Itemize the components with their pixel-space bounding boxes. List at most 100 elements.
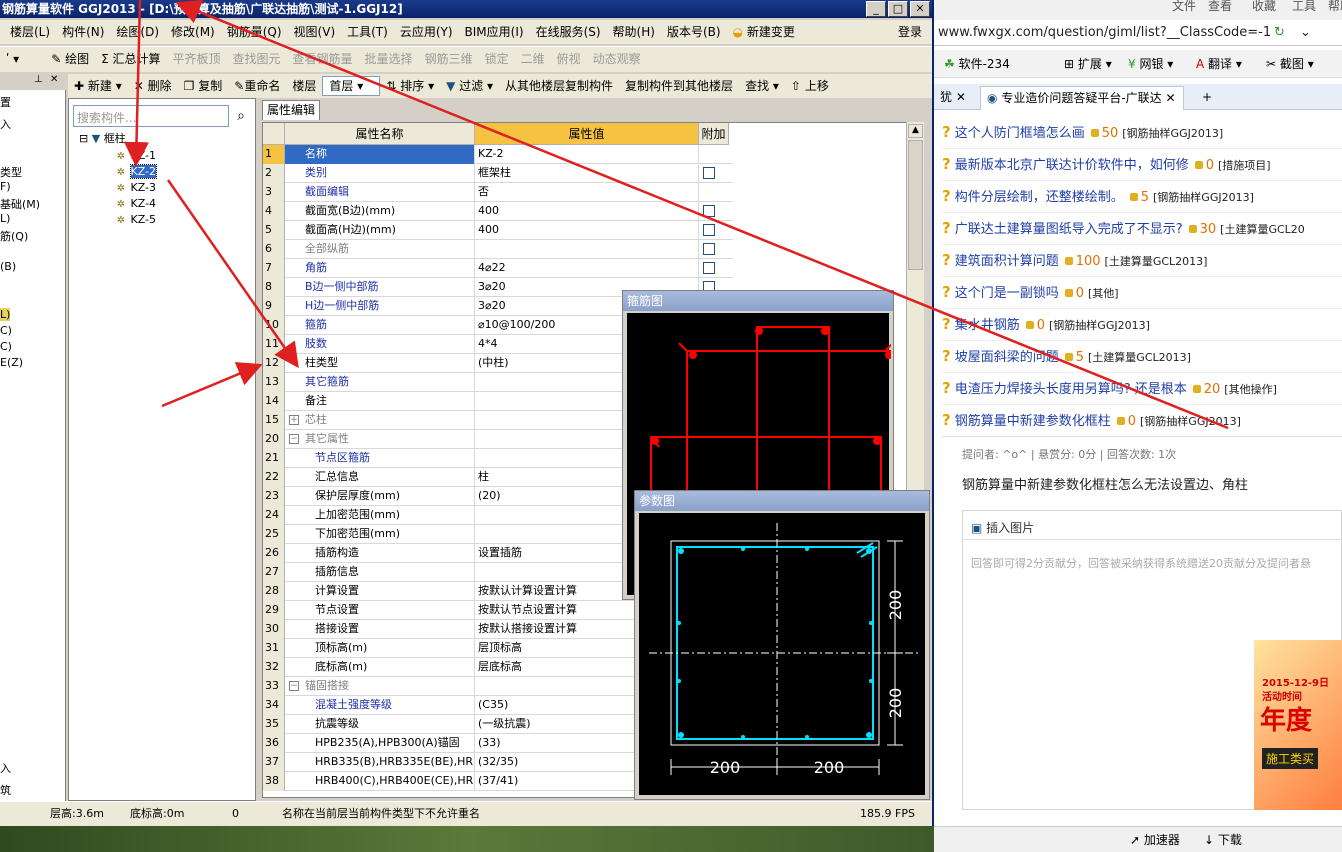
tab-previous[interactable]: 犹 ✕ — [934, 86, 972, 110]
extra-checkbox[interactable] — [703, 243, 715, 255]
lock-button[interactable]: 锁定 — [479, 47, 515, 71]
tree-item-kz-4[interactable]: ✲ KZ-4 — [115, 196, 156, 212]
property-value[interactable]: 4⌀22 — [475, 259, 699, 278]
question-item[interactable]: ? 构件分层绘制，还整楼绘制。 5 [钢筋抽样GGJ2013] — [942, 186, 1254, 206]
question-item[interactable]: ? 最新版本北京广联达计价软件中，如何修 0 [措施项目] — [942, 154, 1271, 174]
menu-version[interactable]: 版本号(B) — [661, 20, 727, 44]
question-title[interactable]: 集水井钢筋 — [955, 318, 1020, 333]
software-button[interactable]: ☘ 软件-234 — [944, 50, 1010, 78]
copy-to-floor-button[interactable]: 复制构件到其他楼层 — [619, 74, 739, 98]
move-up-button[interactable]: ⇧ 上移 — [785, 74, 835, 98]
question-title[interactable]: 坡屋面斜梁的问题 — [955, 350, 1059, 365]
translate-button[interactable]: A 翻译 ▾ — [1196, 50, 1242, 78]
pin-icon[interactable]: ⊥ — [34, 74, 43, 85]
download-button[interactable]: ↓ 下载 — [1204, 827, 1242, 852]
question-item[interactable]: ? 这个人防门框墙怎么画 50 [钢筋抽样GGJ2013] — [942, 122, 1223, 142]
menu-favorites[interactable]: 收藏 — [1252, 0, 1276, 12]
property-row[interactable]: 6 全部纵筋 — [263, 240, 733, 259]
chevron-icon[interactable]: ʹ ▾ — [0, 47, 25, 71]
property-value[interactable]: 框架柱 — [475, 164, 699, 183]
question-title[interactable]: 最新版本北京广联达计价软件中，如何修 — [955, 158, 1189, 173]
chevron-down-icon[interactable]: ⌄ — [1300, 20, 1311, 46]
menu-online[interactable]: 在线服务(S) — [530, 20, 607, 44]
tree-item-kz-1[interactable]: ✲ KZ-1 — [115, 148, 156, 164]
insert-image-button[interactable]: ▣ 插入图片 — [971, 519, 1034, 536]
strip-item[interactable]: 类型 — [0, 164, 22, 180]
refresh-icon[interactable]: ↻ — [1274, 20, 1285, 46]
property-row[interactable]: 4 截面宽(B边)(mm) 400 — [263, 202, 733, 221]
menu-bim[interactable]: BIM应用(I) — [459, 20, 530, 44]
copy-from-floor-button[interactable]: 从其他楼层复制构件 — [499, 74, 619, 98]
new-tab-button[interactable]: + — [1196, 86, 1218, 110]
menu-help[interactable]: 帮助(H) — [607, 20, 661, 44]
extra-checkbox[interactable] — [703, 205, 715, 217]
tab-active[interactable]: ◉ 专业造价问题答疑平台-广联达 ✕ — [980, 86, 1184, 110]
tree-item-kz-3[interactable]: ✲ KZ-3 — [115, 180, 156, 196]
question-title[interactable]: 构件分层绘制，还整楼绘制。 — [955, 190, 1124, 205]
maximize-button[interactable]: □ — [888, 1, 908, 17]
question-title[interactable]: 广联达土建算量图纸导入完成了不显示? — [955, 222, 1183, 237]
strip-item[interactable]: 筋(Q) — [0, 228, 28, 244]
strip-item[interactable]: 入 — [0, 760, 11, 776]
screenshot-button[interactable]: ✂ 截图 ▾ — [1266, 50, 1314, 78]
extensions-button[interactable]: ⊞ 扩展 ▾ — [1064, 50, 1112, 78]
strip-item[interactable]: L) — [0, 212, 10, 225]
menu-rebar-qty[interactable]: 钢筋量(Q) — [221, 20, 288, 44]
collapse-icon[interactable]: − — [289, 681, 299, 691]
summary-calc-button[interactable]: Σ 汇总计算 — [95, 47, 166, 71]
menu-cloud[interactable]: 云应用(Y) — [394, 20, 459, 44]
expand-icon[interactable]: + — [289, 415, 299, 425]
accelerator-button[interactable]: ➚ 加速器 — [1130, 827, 1180, 852]
menu-component[interactable]: 构件(N) — [56, 20, 110, 44]
close-tab-icon[interactable]: ✕ — [1165, 91, 1175, 105]
menu-help[interactable]: 帮助 — [1328, 0, 1342, 12]
scroll-up-icon[interactable]: ▲ — [908, 124, 923, 138]
question-title[interactable]: 电渣压力焊接头长度用另算吗? 还是根本 — [955, 382, 1187, 397]
tree-item-kz-2[interactable]: ✲ KZ-2 — [115, 164, 158, 180]
search-icon[interactable]: ⌕ — [231, 106, 251, 126]
menu-view[interactable]: 查看 — [1208, 0, 1232, 12]
strip-item[interactable]: 基础(M) — [0, 196, 40, 212]
delete-button[interactable]: ✕ 删除 — [128, 74, 178, 98]
search-input[interactable]: 搜索构件... — [73, 105, 229, 127]
copy-button[interactable]: ❐ 复制 — [178, 74, 229, 98]
menu-file[interactable]: 文件 — [1172, 0, 1196, 12]
strip-item[interactable]: 置 — [0, 94, 11, 110]
collapse-icon[interactable]: − — [289, 434, 299, 444]
rename-button[interactable]: ✎重命名 — [228, 74, 286, 98]
property-row[interactable]: 5 截面高(H边)(mm) 400 — [263, 221, 733, 240]
property-row[interactable]: 2 类别 框架柱 — [263, 164, 733, 183]
menu-draw[interactable]: 绘图(D) — [110, 20, 165, 44]
question-title[interactable]: 钢筋算量中新建参数化框柱 — [955, 414, 1111, 429]
property-value[interactable]: 否 — [475, 183, 699, 202]
sort-button[interactable]: ⇅ 排序 ▾ — [380, 74, 440, 98]
find-element-button[interactable]: 查找图元 — [227, 47, 287, 71]
draw-button[interactable]: ✎ 绘图 — [45, 47, 95, 71]
question-item[interactable]: ? 坡屋面斜梁的问题 5 [土建算量GCL2013] — [942, 346, 1191, 366]
menu-tools[interactable]: 工具(T) — [341, 20, 394, 44]
strip-item[interactable]: F) — [0, 180, 11, 193]
strip-item[interactable]: L) — [0, 308, 11, 321]
minimize-button[interactable]: _ — [866, 1, 886, 17]
promo-banner[interactable]: 2015-12-9日 活动时间 年度 施工类买 — [1254, 640, 1342, 810]
question-title[interactable]: 这个门是一副锁吗 — [955, 286, 1059, 301]
menu-tools[interactable]: 工具 — [1292, 0, 1316, 12]
login-button[interactable]: 登录 — [892, 20, 928, 44]
question-item[interactable]: ? 集水井钢筋 0 [钢筋抽样GGJ2013] — [942, 314, 1150, 334]
view-2d-select[interactable]: 二维 — [515, 47, 551, 71]
tree-item-kz-5[interactable]: ✲ KZ-5 — [115, 212, 156, 228]
question-item[interactable]: ? 广联达土建算量图纸导入完成了不显示? 30 [土建算量GCL20 — [942, 218, 1305, 238]
question-title[interactable]: 建筑面积计算问题 — [955, 254, 1059, 269]
close-button[interactable]: ✕ — [910, 1, 930, 17]
property-value[interactable]: KZ-2 — [475, 145, 699, 164]
strip-item[interactable]: 筑 — [0, 782, 11, 798]
address-bar[interactable]: www.fwxgx.com/question/giml/list?__Class… — [934, 20, 1342, 46]
view-rebar-qty-button[interactable]: 查看钢筋量 — [287, 47, 359, 71]
strip-item[interactable]: (B) — [0, 260, 16, 273]
property-row[interactable]: 7 角筋 4⌀22 — [263, 259, 733, 278]
floor-select[interactable]: 首层 ▾ — [322, 76, 381, 96]
question-title[interactable]: 这个人防门框墙怎么画 — [955, 126, 1085, 141]
top-view-button[interactable]: 俯视 — [551, 47, 587, 71]
extra-checkbox[interactable] — [703, 224, 715, 236]
property-value[interactable]: 400 — [475, 202, 699, 221]
